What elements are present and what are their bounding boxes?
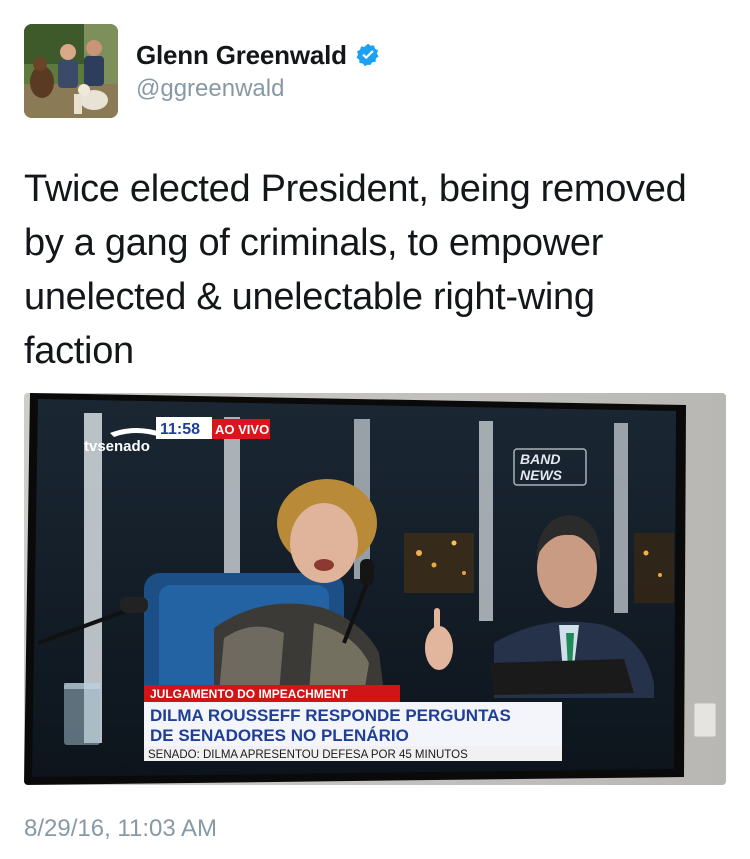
tweet-text: Twice elected President, being removed b… xyxy=(24,162,724,378)
tv-logo-text: tvsenado xyxy=(84,438,150,455)
display-name[interactable]: Glenn Greenwald xyxy=(136,40,347,71)
tweet-text-line: by a gang of criminals, to empower xyxy=(24,222,604,264)
verified-badge-icon xyxy=(356,43,379,67)
wall-switch xyxy=(693,702,717,738)
tweet-timestamp[interactable]: 8/29/16, 11:03 AM xyxy=(24,815,217,843)
chyron-headline-line1: DILMA ROUSSEFF RESPONDE PERGUNTAS xyxy=(150,706,511,725)
tweet-media-photo[interactable]: tvsenado 11:58 AO VIVO BAND NEWS JULGAME… xyxy=(24,393,726,785)
chyron-ticker: SENADO: DILMA APRESENTOU DEFESA POR 45 M… xyxy=(148,749,468,761)
author-names: Glenn Greenwald @ggreenwald xyxy=(136,40,381,103)
handle[interactable]: @ggreenwald xyxy=(136,75,381,103)
chyron-kicker: JULGAMENTO DO IMPEACHMENT xyxy=(150,687,348,701)
tv-broadcast-photo: tvsenado 11:58 AO VIVO BAND NEWS JULGAME… xyxy=(24,393,726,785)
name-row: Glenn Greenwald xyxy=(136,40,381,71)
tweet-text-line: faction xyxy=(24,330,134,372)
tweet-text-line: Twice elected President, being removed xyxy=(24,168,687,210)
tweet-header: Glenn Greenwald @ggreenwald xyxy=(24,24,381,118)
avatar[interactable] xyxy=(24,24,118,118)
live-tag-text: AO VIVO xyxy=(215,422,269,437)
chyron-headline-line2: DE SENADORES NO PLENÁRIO xyxy=(150,726,409,745)
channel-bug-line1: BAND xyxy=(520,451,560,467)
tweet-text-line: unelected & unelectable right-wing xyxy=(24,276,595,318)
profile-photo-icon xyxy=(24,24,118,118)
channel-bug-line2: NEWS xyxy=(520,467,563,483)
clock-text: 11:58 xyxy=(160,421,200,438)
